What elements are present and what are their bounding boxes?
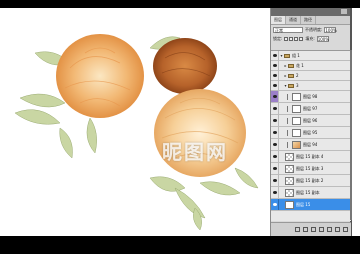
layer-row[interactable]: ▸ 2 [271,71,351,81]
folder-icon [284,53,290,58]
clip-link-icon [287,105,291,112]
layer-name: 图层 97 [303,105,318,111]
tab-paths[interactable]: 路径 [301,16,316,24]
panel-titlebar[interactable] [271,8,350,16]
layer-name: 图层 15 [296,201,311,207]
layer-thumbnail [285,188,294,197]
layer-row[interactable]: 图层 15 副本 [271,187,351,199]
visibility-eye-icon[interactable] [271,103,279,114]
tab-layers[interactable]: 图层 [271,16,286,24]
layer-style-icon[interactable] [303,227,308,232]
layer-thumbnail [292,128,301,137]
layer-name: 花 1 [296,62,304,68]
clip-link-icon [287,129,291,136]
layer-thumbnail [292,104,301,113]
layer-thumbnail [285,176,294,185]
layer-thumbnail [292,140,301,149]
fill-label: 填充: [305,35,315,41]
visibility-eye-icon[interactable] [271,199,279,210]
layer-name: 组 1 [292,52,300,58]
new-layer-icon[interactable] [335,227,340,232]
visibility-eye-icon[interactable] [271,139,279,150]
lock-label: 锁定: [273,35,283,41]
layer-thumbnail [285,152,294,161]
watermark-text: 昵图网 [162,140,228,164]
clip-link-icon [287,141,291,148]
new-group-icon[interactable] [327,227,332,232]
adjustment-icon[interactable] [319,227,324,232]
layer-row[interactable]: ▸ 花 1 [271,61,351,71]
lock-pixels-icon[interactable] [289,36,294,41]
layer-row[interactable]: 图层 94 [271,139,351,151]
layer-row[interactable]: 图层 15 副本 3 [271,163,351,175]
layers-list: ▾ 组 1 ▸ 花 1 ▸ 2 ▾ 3 图层 98 图层 97 图层 96 图层… [271,50,351,221]
layer-thumbnail [292,92,301,101]
panel-scrollbar[interactable] [350,50,352,220]
lock-row: 锁定: 填充: 100% [271,34,350,43]
lock-transparency-icon[interactable] [284,36,289,41]
layer-thumbnail [285,164,294,173]
visibility-eye-icon[interactable] [271,81,279,90]
document-canvas[interactable]: 昵图网 [0,8,270,236]
layer-row[interactable]: 图层 98 [271,91,351,103]
watermark-logo: 昵图网 [118,118,268,178]
visibility-eye-icon[interactable] [271,61,279,70]
layer-row[interactable]: ▾ 3 [271,81,351,91]
fill-field[interactable]: 100% [316,35,329,42]
panel-tabs: 图层 通道 路径 [271,16,350,25]
mask-icon[interactable] [311,227,316,232]
visibility-eye-icon[interactable] [271,115,279,126]
lock-position-icon[interactable] [294,36,299,41]
visibility-eye-icon[interactable] [271,187,279,198]
bottom-black-bar [0,236,360,254]
layer-row[interactable]: 图层 15 副本 4 [271,151,351,163]
visibility-eye-icon[interactable] [271,51,279,60]
layer-name: 图层 15 副本 3 [296,165,324,171]
visibility-eye-icon[interactable] [271,91,279,102]
visibility-eye-icon[interactable] [271,127,279,138]
layer-name: 图层 96 [303,117,318,123]
layer-thumbnail [292,116,301,125]
clip-link-icon [287,93,291,100]
layer-name: 图层 15 副本 4 [296,153,324,159]
visibility-eye-icon[interactable] [271,163,279,174]
link-layers-icon[interactable] [295,227,300,232]
panel-close-icon[interactable] [341,9,347,14]
layer-name: 图层 98 [303,93,318,99]
lock-icons [284,36,304,41]
lock-all-icon[interactable] [299,36,304,41]
layer-name: 图层 15 副本 [296,189,320,195]
layer-name: 3 [296,83,299,88]
clip-link-icon [287,117,291,124]
visibility-eye-icon[interactable] [271,71,279,80]
layer-row[interactable]: 图层 15 副本 2 [271,175,351,187]
layers-panel: 图层 通道 路径 正常 不透明度: 100% 锁定: 填充: 100% ▾ 组 … [270,8,352,236]
visibility-eye-icon[interactable] [271,175,279,186]
layer-name: 图层 94 [303,141,318,147]
blend-mode-select[interactable]: 正常 [273,26,303,33]
layer-row[interactable]: 图层 97 [271,103,351,115]
visibility-eye-icon[interactable] [271,151,279,162]
panel-footer [271,222,351,236]
top-black-bar [0,0,360,8]
tab-channels[interactable]: 通道 [286,16,301,24]
layer-row[interactable]: 图层 95 [271,127,351,139]
opacity-label: 不透明度: [305,26,323,32]
layer-row[interactable]: 图层 96 [271,115,351,127]
layer-row-selected[interactable]: 图层 15 [271,199,351,211]
folder-icon [288,83,294,88]
folder-icon [288,63,294,68]
layer-thumbnail [285,200,294,209]
layer-name: 2 [296,73,299,78]
folder-icon [288,73,294,78]
layer-row[interactable]: ▾ 组 1 [271,51,351,61]
opacity-field[interactable]: 100% [324,26,337,33]
trash-icon[interactable] [343,227,348,232]
layer-name: 图层 95 [303,129,318,135]
layer-name: 图层 15 副本 2 [296,177,324,183]
blend-row: 正常 不透明度: 100% [271,25,350,34]
